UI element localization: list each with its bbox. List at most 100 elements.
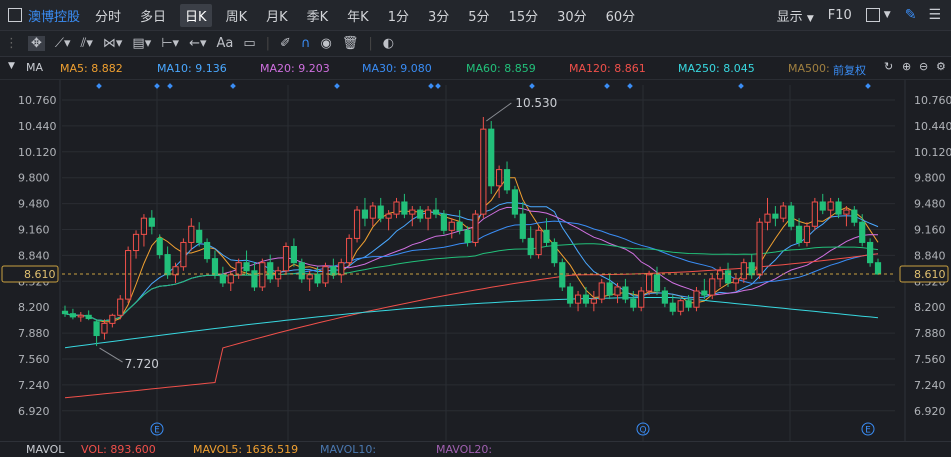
drag-handle-icon[interactable]: ⋮ [5,36,18,51]
tab-timeframe-1[interactable]: 多日 [135,4,171,27]
high-label: 10.530 [515,96,557,110]
candle-body [132,233,140,252]
comment-icon[interactable]: ▭ [243,36,255,51]
chevron-down-icon[interactable]: ▼ [884,10,891,20]
plus-icon[interactable]: ⊕ [902,60,911,73]
tab-timeframe-6[interactable]: 年K [342,4,374,27]
panel-toggle-icon[interactable] [8,8,22,22]
tab-timeframe-3[interactable]: 周K [221,4,253,27]
candle-body [669,302,676,312]
ma-item-7: MA500: [788,62,830,75]
eraser-icon[interactable]: ✐ [280,36,291,51]
magnet-icon[interactable]: ∩ [301,36,311,51]
candle-body [835,201,842,215]
tab-timeframe-2[interactable]: 日K [180,3,212,27]
crosshair-icon[interactable]: ✥ [28,36,45,51]
low-label: 7.720 [125,357,159,371]
candle-body [661,290,668,304]
gear-icon[interactable]: ⚙ [936,60,946,73]
minus-icon[interactable]: ⊖ [919,60,928,73]
candle-body [346,237,353,264]
candle-body [685,300,692,308]
tab-timeframe-10[interactable]: 15分 [504,4,544,27]
candle-body [843,209,850,215]
layout-square-icon[interactable] [865,8,880,22]
pen-icon[interactable]: ✎ [905,7,917,23]
candle-body [638,290,645,308]
event-dot[interactable] [96,83,102,89]
candle-body [511,189,519,215]
candle-body [788,205,795,227]
range-tool-icon[interactable]: ⊢▾ [161,36,179,51]
right-tick-label: 10.440 [914,120,951,133]
menu-icon[interactable]: ☰ [928,7,941,23]
candle-body [503,169,511,191]
left-tick-label: 7.880 [18,327,50,340]
tab-timeframe-7[interactable]: 1分 [383,4,414,27]
ma-item-2: MA20: 9.203 [260,62,330,75]
stock-name[interactable]: 澳博控股 [28,6,80,25]
tab-timeframe-11[interactable]: 30分 [552,4,592,27]
tab-timeframe-12[interactable]: 60分 [601,4,641,27]
event-marker-label: E [154,426,160,436]
candle-body [574,294,582,304]
event-dot[interactable] [865,83,871,89]
event-dot[interactable] [334,83,340,89]
right-tick-label: 7.240 [914,379,946,392]
collapse-icon[interactable]: ▼ [8,61,15,71]
divider: | [265,36,271,51]
candle-body [717,270,724,280]
candle-body [795,225,803,243]
candle-body [488,128,495,187]
f10-button[interactable]: F10 [828,8,852,23]
mavol5-value: MAVOL5: 1636.519 [193,443,299,456]
tab-timeframe-9[interactable]: 5分 [463,4,494,27]
tab-timeframe-8[interactable]: 3分 [423,4,454,27]
vol-value: VOL: 893.600 [81,443,156,456]
candle-body [393,201,400,215]
candlestick-chart[interactable]: 10.760 10.440 10.120 9.800 9.480 9.160 8.840 8.… [0,80,951,441]
event-dot[interactable] [604,83,610,89]
candle-body [85,314,92,320]
event-dot[interactable] [167,83,173,89]
event-dot[interactable] [738,83,744,89]
event-dot[interactable] [154,83,160,89]
text-tool-icon[interactable]: Aa [217,36,234,51]
left-tick-label: 9.800 [18,172,50,185]
tab-timeframe-0[interactable]: 分时 [90,4,126,27]
event-dot[interactable] [230,83,236,89]
candle-body [298,262,305,280]
event-dot[interactable] [529,83,535,89]
right-tick-label: 7.880 [914,327,946,340]
eye-icon[interactable]: ◉ [320,36,331,51]
candle-body [630,298,637,308]
adjust-dropdown[interactable]: 前复权 [833,62,866,78]
ma-label[interactable]: MA [26,61,43,74]
candle-body [867,241,874,264]
candle-body [243,262,250,272]
trash-icon[interactable]: 🗑 [342,36,359,51]
shape-tool-icon[interactable]: ▤▾ [132,36,151,51]
candle-body [203,241,211,260]
arrow-tool-icon[interactable]: ←▾ [189,36,206,51]
display-dropdown[interactable]: 显示 ▼ [777,6,814,25]
toggle-icon[interactable]: ◐ [383,36,394,51]
channel-tool-icon[interactable]: ⫽▾ [81,36,93,51]
candle-body [827,201,834,211]
candle-body [472,213,479,243]
event-marker-label: E [865,426,871,436]
reset-icon[interactable]: ↻ [884,60,893,73]
ma-item-6: MA250: 8.045 [678,62,755,75]
candle-body [259,262,266,288]
candle-body [267,262,274,280]
event-dot[interactable] [627,83,633,89]
line-tool-icon[interactable]: ⟋▾ [55,36,71,51]
tab-timeframe-5[interactable]: 季K [302,4,334,27]
event-dot[interactable] [435,83,441,89]
tab-timeframe-4[interactable]: 月K [261,4,293,27]
candle-body [117,298,124,316]
candle-body [819,201,826,211]
event-dot[interactable] [428,83,434,89]
mavol-label[interactable]: MAVOL [26,443,64,456]
wave-tool-icon[interactable]: ⋈▾ [103,36,123,51]
